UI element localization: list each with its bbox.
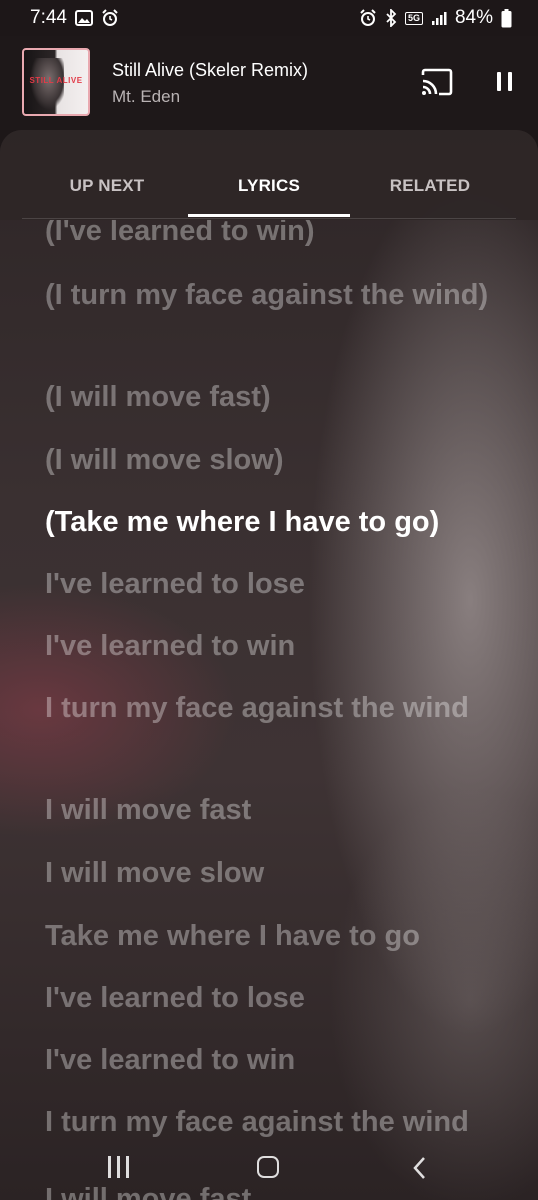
lyric-line[interactable]: I turn my face against the wind — [45, 689, 495, 727]
pause-icon — [497, 72, 501, 91]
back-icon[interactable] — [410, 1156, 430, 1180]
alarm-icon — [101, 9, 119, 27]
status-left: 7:44 — [30, 7, 119, 29]
lyric-line[interactable]: I will move slow — [45, 854, 495, 892]
tab-up-next[interactable]: UP NEXT — [26, 176, 188, 196]
status-time: 7:44 — [30, 7, 67, 28]
recents-icon[interactable] — [106, 1156, 132, 1178]
lyric-line[interactable]: (I turn my face against the wind) — [45, 276, 495, 314]
now-playing-bar[interactable]: STILL ALIVE Still Alive (Skeler Remix) M… — [0, 36, 538, 130]
lyric-line[interactable]: I've learned to win — [45, 627, 495, 665]
lyric-line[interactable]: Take me where I have to go — [45, 917, 495, 955]
bluetooth-icon — [385, 9, 397, 27]
pause-button[interactable] — [492, 68, 518, 98]
tab-divider — [22, 218, 516, 219]
album-art[interactable]: STILL ALIVE — [22, 48, 90, 116]
lyric-line[interactable]: I've learned to win — [45, 1041, 495, 1079]
lyrics-sheet[interactable]: (I've learned to win) (I turn my face ag… — [0, 130, 538, 1200]
lyric-line[interactable]: (I will move fast) — [45, 378, 495, 416]
lyric-line[interactable]: I will move fast — [45, 791, 495, 829]
lyric-line[interactable]: I've learned to lose — [45, 979, 495, 1017]
home-icon[interactable] — [257, 1156, 279, 1178]
battery-percent: 84% — [454, 7, 493, 28]
status-bar: 7:44 5G 84% — [0, 0, 538, 36]
lyric-line[interactable]: I've learned to lose — [45, 565, 495, 603]
lyric-line-active[interactable]: (Take me where I have to go) — [45, 503, 495, 541]
battery-icon — [501, 8, 512, 28]
lyrics-list[interactable]: (I've learned to win) (I turn my face ag… — [0, 130, 538, 1200]
tab-bar: UP NEXT LYRICS RELATED — [0, 130, 538, 220]
cast-button[interactable] — [420, 68, 454, 98]
signal-icon — [431, 10, 447, 26]
track-title: Still Alive (Skeler Remix) — [112, 60, 309, 80]
gallery-icon — [74, 10, 93, 26]
album-art-text: STILL ALIVE — [29, 76, 83, 85]
5g-signal-icon: 5G — [404, 11, 423, 25]
tab-related[interactable]: RELATED — [349, 176, 511, 196]
tab-lyrics[interactable]: LYRICS — [188, 176, 350, 196]
system-nav-bar — [0, 1136, 538, 1200]
alarm-icon — [359, 9, 377, 27]
track-artist: Mt. Eden — [112, 87, 181, 106]
lyric-line[interactable]: (I will move slow) — [45, 441, 495, 479]
cast-icon — [421, 68, 453, 96]
pause-icon-bar — [508, 72, 512, 91]
status-right: 5G 84% — [359, 7, 512, 29]
tab-indicator — [188, 214, 350, 217]
